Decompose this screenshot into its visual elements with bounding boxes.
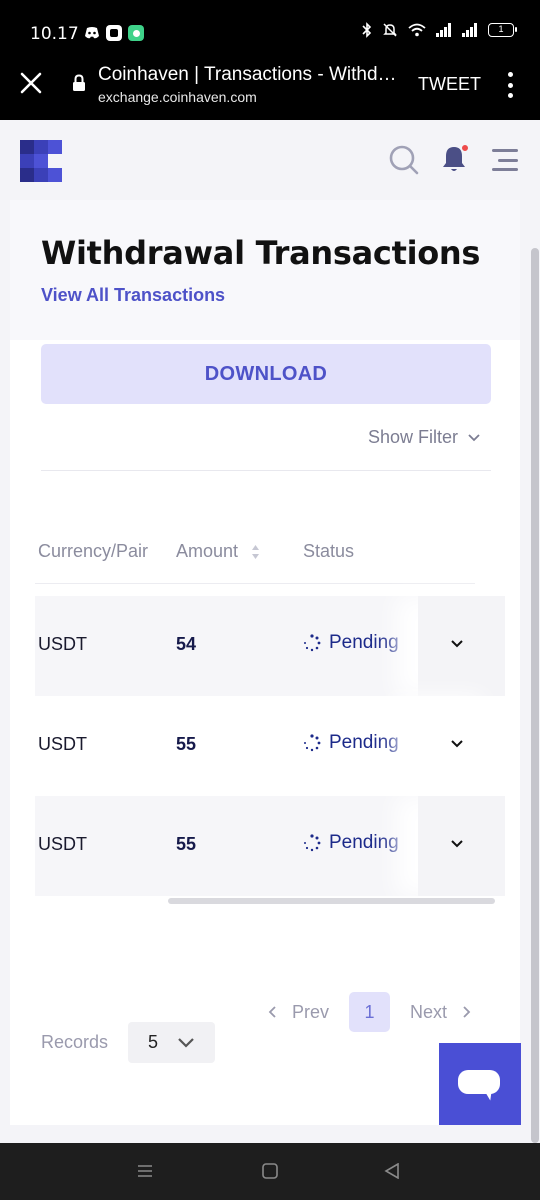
row-expand-button[interactable] [418, 596, 505, 696]
status-cell: Pending [303, 732, 399, 754]
records-label: Records [41, 1032, 109, 1052]
signal-icon-2 [462, 23, 477, 37]
recent-apps-icon[interactable] [137, 1163, 153, 1179]
show-filter-toggle[interactable]: Show Filter [368, 427, 480, 448]
notification-dot [461, 144, 469, 152]
status-time: 10.17 [30, 24, 79, 44]
prev-label: Prev [292, 1001, 330, 1022]
page-scrollbar[interactable] [531, 248, 539, 1143]
chat-widget-button[interactable] [439, 1043, 521, 1125]
row-expand-button[interactable] [418, 696, 505, 796]
chevron-down-icon [451, 840, 463, 848]
column-header-status: Status [303, 541, 355, 561]
status-label: Pending [329, 832, 399, 853]
chevron-down-icon [451, 740, 463, 748]
amount-cell: 55 [176, 734, 197, 754]
chevron-down-icon [451, 640, 463, 648]
divider [41, 470, 491, 471]
back-icon[interactable] [384, 1163, 400, 1179]
tweet-button[interactable]: TWEET [418, 74, 481, 95]
wifi-icon [408, 23, 426, 37]
status-cell: Pending [303, 832, 399, 854]
currency-cell: USDT [38, 734, 87, 754]
battery-level: 1 [498, 24, 504, 34]
table-horizontal-scrollbar[interactable] [35, 896, 505, 904]
system-navigation-bar [0, 1143, 540, 1200]
row-expand-button[interactable] [418, 796, 505, 896]
next-page-button[interactable]: Next [410, 1002, 471, 1023]
bluetooth-icon [362, 22, 372, 38]
status-bar: 10.17 1 [0, 0, 540, 66]
lock-icon [73, 74, 85, 91]
view-all-transactions-link[interactable]: View All Transactions [41, 285, 225, 306]
discord-icon [84, 25, 100, 41]
sort-icon[interactable] [251, 544, 260, 560]
scrollbar-thumb[interactable] [168, 898, 495, 904]
header-divider [35, 583, 475, 584]
home-icon[interactable] [262, 1163, 278, 1179]
spinner-icon [304, 834, 321, 852]
show-filter-label: Show Filter [368, 427, 459, 447]
spinner-icon [304, 634, 321, 652]
coinhaven-logo[interactable] [20, 140, 62, 182]
chat-icon [458, 1070, 500, 1094]
currency-cell: USDT [38, 634, 87, 654]
column-header-amount[interactable]: Amount [176, 541, 260, 562]
notification-icons [84, 25, 144, 41]
chevron-right-icon [463, 1006, 471, 1018]
signal-icon [436, 23, 451, 37]
browser-toolbar: Coinhaven | Transactions - Withdrawal ex… [0, 64, 540, 120]
table-row[interactable]: USDT 55 Pending [35, 796, 505, 896]
amount-header-label: Amount [176, 541, 239, 561]
page-title: Withdrawal Transactions [41, 234, 481, 272]
close-icon[interactable] [19, 71, 43, 95]
app-notification-icon [106, 25, 122, 41]
spinner-icon [304, 734, 321, 752]
next-label: Next [410, 1001, 448, 1022]
search-icon[interactable] [389, 145, 419, 175]
chevron-down-icon [468, 433, 480, 441]
status-label: Pending [329, 732, 399, 753]
battery-icon: 1 [488, 23, 517, 37]
browser-page-title: Coinhaven | Transactions - Withdrawal [98, 64, 398, 85]
site-header [0, 120, 540, 200]
transactions-table: Currency/Pair Amount Status USDT 54 Pend… [35, 528, 505, 908]
download-button[interactable]: DOWNLOAD [41, 344, 491, 404]
status-label: Pending [329, 632, 399, 653]
status-cell: Pending [303, 632, 399, 654]
card-header: Withdrawal Transactions View All Transac… [10, 200, 520, 340]
records-per-page-select[interactable]: 5 [128, 1022, 215, 1063]
chat-app-icon [128, 25, 144, 41]
transactions-card: Withdrawal Transactions View All Transac… [10, 200, 520, 1125]
table-row[interactable]: USDT 54 Pending [35, 596, 505, 696]
prev-page-button[interactable]: Prev [268, 1002, 329, 1023]
mute-icon [383, 23, 397, 37]
pagination: Prev 1 Next [268, 992, 471, 1032]
menu-icon[interactable] [492, 149, 518, 171]
column-header-currency: Currency/Pair [38, 541, 149, 561]
records-value: 5 [148, 1032, 159, 1052]
amount-cell: 55 [176, 834, 197, 854]
table-row[interactable]: USDT 55 Pending [35, 696, 505, 796]
browser-url[interactable]: exchange.coinhaven.com [98, 89, 257, 105]
currency-cell: USDT [38, 834, 87, 854]
more-options-icon[interactable] [505, 72, 515, 98]
system-icons: 1 [362, 22, 517, 38]
chevron-down-icon [178, 1037, 194, 1048]
page-number-button[interactable]: 1 [349, 992, 391, 1032]
chevron-left-icon [268, 1006, 276, 1018]
amount-cell: 54 [176, 634, 197, 654]
